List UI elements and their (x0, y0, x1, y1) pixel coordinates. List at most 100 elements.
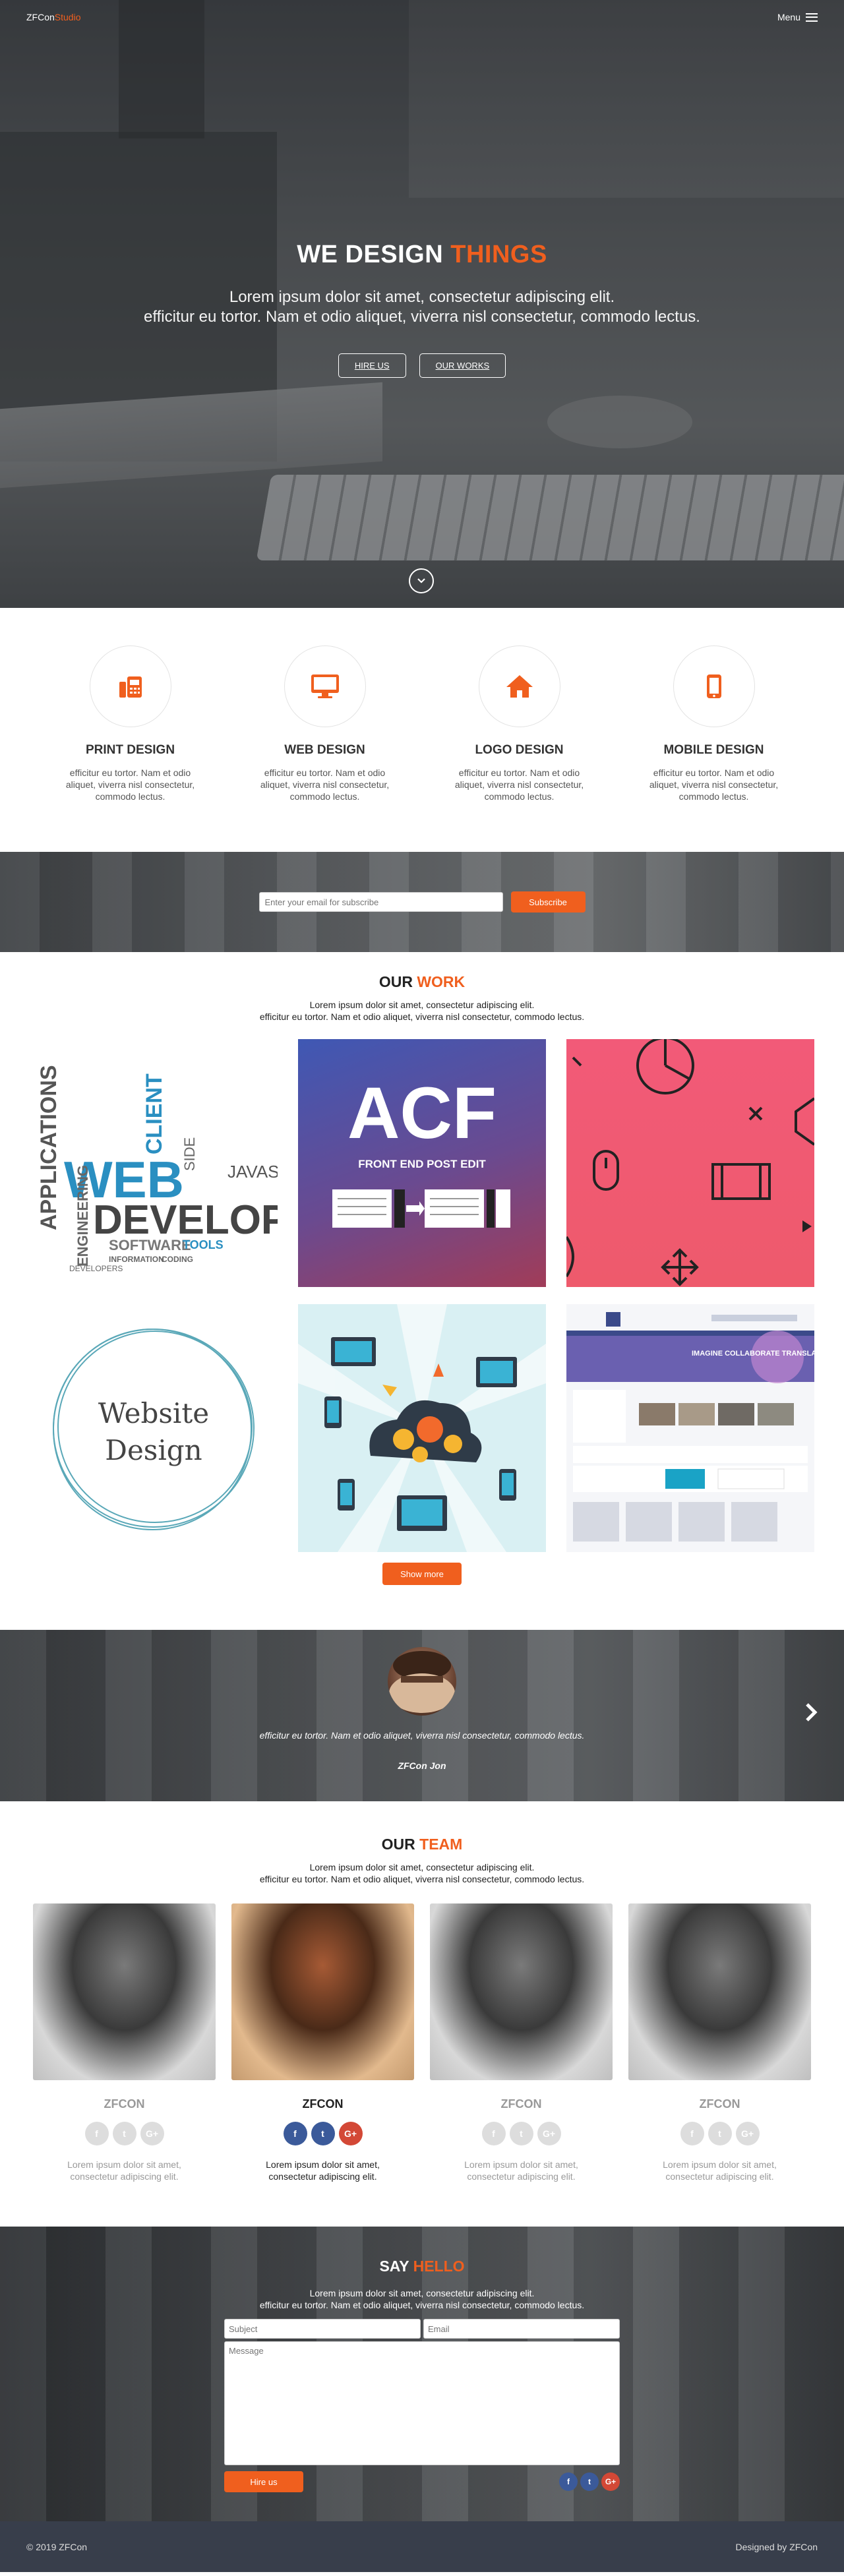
word-cloud-word: JAVASCR (227, 1162, 278, 1182)
screenshot-banner-text: IMAGINE COLLABORATE TRANSLATE (692, 1350, 814, 1358)
contact-section: SAY HELLO Lorem ipsum dolor sit amet, co… (0, 2227, 844, 2521)
member-name: ZFCON (500, 2097, 542, 2111)
section-description: Lorem ipsum dolor sit amet, consectetur … (0, 999, 844, 1023)
google-plus-icon[interactable]: G+ (537, 2122, 561, 2145)
member-text: Lorem ipsum dolor sit amet, consectetur a… (231, 2159, 414, 2182)
member-text: Lorem ipsum dolor sit amet, consectetur a… (628, 2159, 811, 2182)
facebook-icon[interactable]: f (84, 2122, 109, 2145)
member-social: f t G+ (430, 2122, 613, 2145)
member-name: ZFCON (699, 2097, 740, 2111)
service-print: PRINT DESIGN efficitur eu tortor. Nam et… (55, 645, 206, 852)
member-name: ZFCON (302, 2097, 344, 2111)
show-more-button[interactable]: Show more (382, 1563, 462, 1585)
google-plus-icon[interactable]: G+ (601, 2472, 620, 2491)
work-section: OUR WORK Lorem ipsum dolor sit amet, con… (0, 952, 844, 1630)
service-title: LOGO DESIGN (475, 743, 564, 757)
service-text: efficitur eu tortor. Nam et odio aliquet… (65, 767, 195, 802)
contact-form: Hire us f t G+ (224, 2319, 620, 2492)
logo-accent: Studio (54, 12, 81, 22)
site-logo[interactable]: ZFConStudio (26, 12, 81, 22)
hire-us-submit-button[interactable]: Hire us (224, 2471, 303, 2492)
contact-row (224, 2319, 620, 2339)
hero-content: WE DESIGN THINGS Lorem ipsum dolor sit a… (0, 241, 844, 378)
google-plus-icon[interactable]: G+ (338, 2122, 363, 2145)
show-more-wrapper: Show more (0, 1563, 844, 1585)
twitter-icon[interactable]: t (580, 2472, 599, 2491)
service-title: PRINT DESIGN (85, 743, 175, 757)
hero-subtitle: Lorem ipsum dolor sit amet, consectetur … (0, 287, 844, 327)
title-main: SAY (379, 2258, 413, 2275)
word-cloud-word: CODING (162, 1255, 193, 1264)
twitter-icon[interactable]: t (112, 2122, 136, 2145)
facebook-icon[interactable]: f (559, 2472, 578, 2491)
portfolio-item-acf[interactable]: ACF FRONT END POST EDIT (298, 1039, 546, 1287)
facebook-icon[interactable]: f (283, 2122, 307, 2145)
description-line: Lorem ipsum dolor sit amet, consectetur … (309, 2288, 535, 2298)
member-text-line: Lorem ipsum dolor sit amet, (663, 2159, 777, 2170)
word-cloud-word: ENGINEERING (75, 1165, 91, 1267)
word-cloud-word: SIDE (181, 1137, 198, 1171)
chevron-right-icon[interactable] (804, 1702, 819, 1727)
menu-label: Menu (777, 12, 800, 22)
portfolio-grid: APPLICATIONS WEB CLIENT DEVELOPME ENGINE… (30, 1039, 814, 1552)
twitter-icon[interactable]: t (311, 2122, 335, 2145)
email-field[interactable] (423, 2319, 620, 2339)
portfolio-item-word-cloud[interactable]: APPLICATIONS WEB CLIENT DEVELOPME ENGINE… (30, 1039, 278, 1287)
our-works-button[interactable]: OUR WORKS (419, 353, 506, 378)
scroll-down-icon[interactable] (409, 568, 434, 593)
member-text: Lorem ipsum dolor sit amet, consectetur a… (430, 2159, 613, 2182)
services-section: PRINT DESIGN efficitur eu tortor. Nam et… (0, 608, 844, 852)
site-screenshot-image: IMAGINE COLLABORATE TRANSLATE (566, 1304, 814, 1552)
contact-social: f t G+ (559, 2472, 620, 2491)
member-text-line: consectetur adipiscing elit. (467, 2171, 576, 2182)
testimonial-quote: efficitur eu tortor. Nam et odio aliquet… (259, 1730, 585, 1741)
portfolio-item-icons[interactable] (566, 1039, 814, 1287)
portfolio-item-cloud-devices[interactable] (298, 1304, 546, 1552)
service-text: efficitur eu tortor. Nam et odio aliquet… (649, 767, 779, 802)
facebook-icon[interactable]: f (481, 2122, 506, 2145)
twitter-icon[interactable]: t (509, 2122, 533, 2145)
subscribe-button[interactable]: Subscribe (510, 891, 586, 913)
team-member: ZFCON f t G+ Lorem ipsum dolor sit amet,… (430, 1903, 613, 2182)
description-line: efficitur eu tortor. Nam et odio aliquet… (259, 2300, 585, 2310)
service-title: WEB DESIGN (284, 743, 365, 757)
website-design-line: Website (98, 1397, 209, 1429)
portfolio-item-site-screenshot[interactable]: IMAGINE COLLABORATE TRANSLATE (566, 1304, 814, 1552)
work-header: OUR WORK Lorem ipsum dolor sit amet, con… (0, 973, 844, 1023)
portfolio-item-website-design[interactable]: Website Design (30, 1304, 278, 1552)
word-cloud-word: CLIENT (142, 1073, 167, 1154)
website-design-line: Design (105, 1434, 202, 1466)
team-grid: ZFCON f t G+ Lorem ipsum dolor sit amet,… (33, 1903, 811, 2182)
google-plus-icon[interactable]: G+ (735, 2122, 760, 2145)
title-accent: HELLO (413, 2258, 465, 2275)
top-nav: ZFConStudio Menu (0, 0, 844, 37)
subject-field[interactable] (224, 2319, 421, 2339)
facebook-icon[interactable]: f (680, 2122, 704, 2145)
service-mobile: MOBILE DESIGN efficitur eu tortor. Nam e… (638, 645, 790, 852)
twitter-icon[interactable]: t (708, 2122, 732, 2145)
hero-subtitle-line: Lorem ipsum dolor sit amet, consectetur … (229, 288, 615, 306)
description-line: efficitur eu tortor. Nam et odio aliquet… (259, 1874, 585, 1884)
member-text-line: consectetur adipiscing elit. (268, 2171, 377, 2182)
mobile-icon (673, 645, 755, 727)
hero-subtitle-line: efficitur eu tortor. Nam et odio aliquet… (144, 308, 700, 326)
word-cloud-word: TOOLS (183, 1238, 224, 1251)
message-field[interactable] (224, 2341, 620, 2465)
menu-button[interactable]: Menu (777, 12, 818, 22)
cloud-devices-image (298, 1304, 546, 1552)
google-plus-icon[interactable]: G+ (140, 2122, 164, 2145)
description-line: efficitur eu tortor. Nam et odio aliquet… (259, 1011, 585, 1022)
section-title: SAY HELLO (0, 2258, 844, 2275)
section-title: OUR WORK (0, 973, 844, 991)
hero-title: WE DESIGN THINGS (0, 241, 844, 269)
description-line: Lorem ipsum dolor sit amet, consectetur … (309, 1000, 535, 1010)
word-cloud-word: SOFTWARE (109, 1237, 191, 1253)
member-text-line: consectetur adipiscing elit. (665, 2171, 774, 2182)
hero-title-accent: THINGS (450, 241, 547, 268)
word-cloud-word: APPLICATIONS (36, 1065, 61, 1230)
hire-us-button[interactable]: HIRE US (338, 353, 406, 378)
subscribe-email-input[interactable] (258, 892, 503, 912)
acf-logo: ACF (347, 1073, 497, 1154)
service-title: MOBILE DESIGN (663, 743, 764, 757)
team-member: ZFCON f t G+ Lorem ipsum dolor sit amet,… (231, 1903, 414, 2182)
